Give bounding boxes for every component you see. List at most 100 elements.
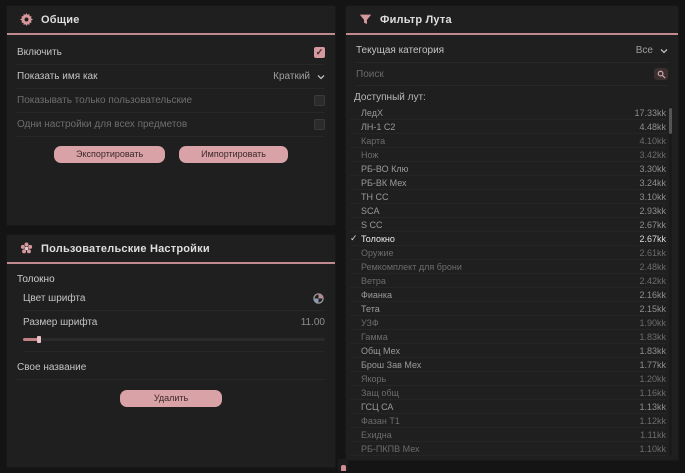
enable-checkbox[interactable]: ✓ [314, 47, 325, 58]
loot-item-name: ТН СС [361, 192, 639, 202]
loot-item-value: 4.48kk [639, 122, 666, 132]
loot-item-row[interactable]: УЗФ1.90kk [350, 316, 666, 330]
gear-icon [19, 13, 33, 27]
loot-item-row[interactable]: Ехидна1.11kk [350, 428, 666, 442]
loot-item-row[interactable]: SCA2.93kk [350, 204, 666, 218]
setting-row-enable: Включить ✓ [17, 41, 325, 65]
loot-item-value: 1.12kk [639, 416, 666, 426]
search-input[interactable] [356, 69, 654, 80]
loot-item-row[interactable]: Брош Зав Мех1.77kk [350, 358, 666, 372]
loot-item-value: 1.11kk [640, 430, 666, 440]
name-mode-dropdown[interactable]: Краткий [273, 71, 325, 82]
loot-item-name: Толокно [361, 234, 639, 244]
font-size-row: Размер шрифта 11.00 [23, 311, 325, 334]
setting-row-only-custom: Показывать только пользовательские [17, 89, 325, 113]
loot-item-value: 2.16kk [639, 290, 666, 300]
slider-track [23, 338, 325, 341]
loot-item-name: Ветра [361, 276, 639, 286]
loot-item-name: РБ-ПКПВ Мех [361, 444, 639, 454]
font-size-value: 11.00 [301, 317, 325, 328]
loot-item-value: 1.10kk [639, 444, 666, 454]
chevron-down-icon [317, 73, 325, 81]
loot-item-row[interactable]: РБ-ВО Клю3.30kk [350, 162, 666, 176]
loot-item-row[interactable]: ЛН-1 С24.48kk [350, 120, 666, 134]
loot-item-value: 1.77kk [639, 360, 666, 370]
category-dropdown[interactable]: Все [636, 45, 668, 56]
loot-item-name: Общ Мех [361, 346, 639, 356]
loot-item-row[interactable]: ТН СС3.10kk [350, 190, 666, 204]
loot-item-value: 2.93kk [639, 206, 666, 216]
general-panel: Общие Включить ✓ Показать имя как Кратки… [6, 5, 336, 226]
loot-item-name: Тета [361, 304, 639, 314]
scrollbar[interactable] [669, 106, 672, 456]
loot-item-name: Защ общ [361, 388, 639, 398]
font-size-slider[interactable] [23, 336, 325, 352]
custom-name-label: Свое название [17, 362, 86, 373]
enable-label: Включить [17, 47, 62, 58]
loot-item-name: РБ-ВК Мех [361, 178, 639, 188]
loot-item-row[interactable]: Общ Мех1.83kk [350, 344, 666, 358]
loot-item-row[interactable]: РБ-ПКПВ Мех1.10kk [350, 442, 666, 456]
setting-row-same-settings: Одни настройки для всех предметов [17, 113, 325, 137]
loot-item-name: S СС [361, 220, 639, 230]
loot-item-row[interactable]: ✓Толокно2.67kk [350, 232, 666, 246]
loot-item-row[interactable]: Тета2.15kk [350, 302, 666, 316]
category-value: Все [636, 45, 653, 56]
loot-item-row[interactable]: Защ общ1.16kk [350, 386, 666, 400]
same-settings-label: Одни настройки для всех предметов [17, 119, 187, 130]
resize-handle-dot [341, 465, 346, 471]
import-button[interactable]: Импортировать [179, 146, 288, 163]
loot-list: ЛедХ17.33kkЛН-1 С24.48kkКарта4.10kkНож3.… [350, 106, 672, 456]
loot-item-row[interactable]: Фианка2.16kk [350, 288, 666, 302]
loot-item-name: Ехидна [361, 430, 640, 440]
resize-handle-icon[interactable] [338, 459, 348, 471]
loot-item-row[interactable]: S СС2.67kk [350, 218, 666, 232]
loot-item-row[interactable]: ГСЦ СА1.13kk [350, 400, 666, 414]
loot-item-row[interactable]: Нож3.42kk [350, 148, 666, 162]
loot-item-value: 4.10kk [639, 136, 666, 146]
loot-item-value: 1.16kk [639, 388, 666, 398]
font-color-label: Цвет шрифта [23, 293, 85, 304]
loot-item-row[interactable]: Ветра2.42kk [350, 274, 666, 288]
search-row [356, 63, 668, 86]
scrollbar-handle[interactable] [669, 108, 672, 134]
loot-item-row[interactable]: Гамма1.83kk [350, 330, 666, 344]
loot-filter-header: Фильтр Лута [346, 6, 678, 35]
custom-name-row[interactable]: Свое название [17, 356, 325, 380]
funnel-icon [358, 13, 372, 27]
color-wheel-icon[interactable] [311, 292, 325, 306]
loot-item-name: ГСЦ СА [361, 402, 639, 412]
only-custom-checkbox[interactable] [314, 95, 325, 106]
custom-settings-header: Пользовательские Настройки [7, 235, 335, 264]
custom-settings-panel: Пользовательские Настройки Толокно Цвет … [6, 234, 336, 468]
loot-item-value: 2.15kk [639, 304, 666, 314]
loot-filter-panel: Фильтр Лута Текущая категория Все [345, 5, 679, 461]
loot-item-value: 2.61kk [639, 248, 666, 258]
loot-item-name: РБ-ВО Клю [361, 164, 639, 174]
name-mode-value: Краткий [273, 71, 310, 82]
loot-item-row[interactable]: Фазан Т11.12kk [350, 414, 666, 428]
loot-item-row[interactable]: Ремкомплект для брони2.48kk [350, 260, 666, 274]
loot-item-value: 3.42kk [639, 150, 666, 160]
mod-settings-window: Общие Включить ✓ Показать имя как Кратки… [0, 0, 685, 473]
export-button[interactable]: Экспортировать [54, 146, 165, 163]
delete-button[interactable]: Удалить [120, 390, 222, 407]
loot-item-row[interactable]: ЛедХ17.33kk [350, 106, 666, 120]
loot-item-value: 1.90kk [639, 318, 666, 328]
search-icon[interactable] [654, 68, 668, 80]
same-settings-checkbox[interactable] [314, 119, 325, 130]
loot-item-value: 3.10kk [639, 192, 666, 202]
loot-item-value: 2.67kk [639, 220, 666, 230]
loot-item-row[interactable]: РБ-ВК Мех3.24kk [350, 176, 666, 190]
loot-item-row[interactable]: Оружие2.61kk [350, 246, 666, 260]
loot-item-row[interactable]: Карта4.10kk [350, 134, 666, 148]
loot-item-name: Ремкомплект для брони [361, 262, 639, 272]
loot-item-value: 2.42kk [639, 276, 666, 286]
slider-handle[interactable] [37, 336, 41, 343]
loot-item-name: Якорь [361, 374, 639, 384]
loot-item-value: 17.33kk [634, 108, 666, 118]
loot-item-row[interactable]: Якорь1.20kk [350, 372, 666, 386]
chevron-down-icon [660, 47, 668, 55]
only-custom-label: Показывать только пользовательские [17, 95, 192, 106]
loot-item-name: ЛН-1 С2 [361, 122, 639, 132]
